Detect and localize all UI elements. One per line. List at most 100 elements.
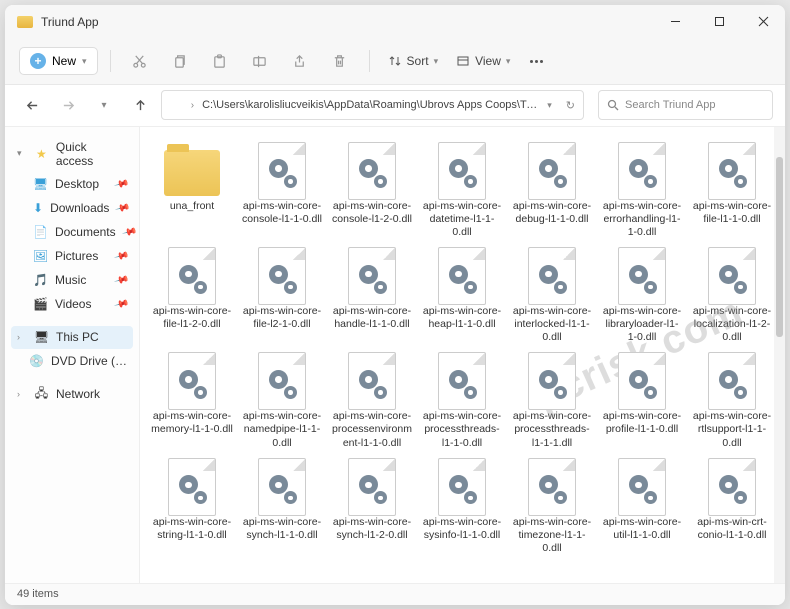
explorer-window: Triund App + New ▾ Sort▾ View▾ ▾ › C:\Us… xyxy=(5,5,785,605)
file-label: api-ms-win-core-sysinfo-l1-1-0.dll xyxy=(421,516,503,542)
file-label: api-ms-win-core-processthreads-l1-1-1.dl… xyxy=(511,410,593,449)
paste-button[interactable] xyxy=(203,46,237,76)
file-item[interactable]: api-ms-win-core-console-l1-2-0.dll xyxy=(328,139,416,242)
view-button[interactable]: View▾ xyxy=(450,54,516,68)
new-label: New xyxy=(52,54,76,68)
file-item[interactable]: api-ms-win-core-profile-l1-1-0.dll xyxy=(598,349,686,452)
cut-button[interactable] xyxy=(123,46,157,76)
rename-button[interactable] xyxy=(243,46,277,76)
sidebar-item-videos[interactable]: 🎬Videos📌 xyxy=(11,293,133,316)
disc-icon: 💿 xyxy=(29,354,44,369)
recent-button[interactable]: ▾ xyxy=(89,90,119,120)
file-item[interactable]: api-ms-win-crt-conio-l1-1-0.dll xyxy=(688,455,774,558)
sidebar-icon: 🎵 xyxy=(33,273,48,288)
files-pane[interactable]: pcrisk.com una_frontapi-ms-win-core-cons… xyxy=(140,127,774,583)
new-button[interactable]: + New ▾ xyxy=(19,47,98,75)
delete-button[interactable] xyxy=(323,46,357,76)
share-button[interactable] xyxy=(283,46,317,76)
scrollbar-thumb[interactable] xyxy=(776,157,783,337)
folder-item[interactable]: una_front xyxy=(148,139,236,242)
file-item[interactable]: api-ms-win-core-console-l1-1-0.dll xyxy=(238,139,326,242)
sidebar-dvd[interactable]: 💿 DVD Drive (D:) CCCC xyxy=(11,350,133,373)
more-button[interactable] xyxy=(530,60,543,63)
sidebar-item-documents[interactable]: 📄Documents📌 xyxy=(11,221,133,244)
status-bar: 49 items xyxy=(5,583,785,605)
dll-icon xyxy=(258,458,306,516)
file-item[interactable]: api-ms-win-core-libraryloader-l1-1-0.dll xyxy=(598,244,686,347)
dll-icon xyxy=(438,458,486,516)
file-label: api-ms-win-core-handle-l1-1-0.dll xyxy=(331,305,413,331)
file-item[interactable]: api-ms-win-core-datetime-l1-1-0.dll xyxy=(418,139,506,242)
file-label: api-ms-win-core-datetime-l1-1-0.dll xyxy=(421,200,503,239)
file-label: api-ms-win-core-namedpipe-l1-1-0.dll xyxy=(241,410,323,449)
toolbar: + New ▾ Sort▾ View▾ xyxy=(5,39,785,85)
file-item[interactable]: api-ms-win-core-string-l1-1-0.dll xyxy=(148,455,236,558)
dll-icon xyxy=(528,247,576,305)
file-label: api-ms-win-core-file-l1-1-0.dll xyxy=(691,200,773,226)
sidebar: ▾ ★ Quick access 🖥Desktop📌⬇Downloads📌📄Do… xyxy=(5,127,140,583)
maximize-button[interactable] xyxy=(697,5,741,39)
file-item[interactable]: api-ms-win-core-errorhandling-l1-1-0.dll xyxy=(598,139,686,242)
file-item[interactable]: api-ms-win-core-synch-l1-2-0.dll xyxy=(328,455,416,558)
file-item[interactable]: api-ms-win-core-sysinfo-l1-1-0.dll xyxy=(418,455,506,558)
up-button[interactable] xyxy=(125,90,155,120)
address-text: C:\Users\karolisliucveikis\AppData\Roami… xyxy=(202,99,539,111)
file-item[interactable]: api-ms-win-core-file-l1-2-0.dll xyxy=(148,244,236,347)
dll-icon xyxy=(528,352,576,410)
network-icon: 🖧 xyxy=(34,387,49,402)
copy-button[interactable] xyxy=(163,46,197,76)
sidebar-icon: 📄 xyxy=(33,225,48,240)
dll-icon xyxy=(618,458,666,516)
file-label: api-ms-win-core-timezone-l1-1-0.dll xyxy=(511,516,593,555)
file-item[interactable]: api-ms-win-core-localization-l1-2-0.dll xyxy=(688,244,774,347)
refresh-button[interactable]: ↻ xyxy=(566,99,575,112)
file-item[interactable]: api-ms-win-core-namedpipe-l1-1-0.dll xyxy=(238,349,326,452)
file-item[interactable]: api-ms-win-core-interlocked-l1-1-0.dll xyxy=(508,244,596,347)
search-input[interactable]: Search Triund App xyxy=(598,90,773,120)
file-item[interactable]: api-ms-win-core-util-l1-1-0.dll xyxy=(598,455,686,558)
file-label: api-ms-win-crt-conio-l1-1-0.dll xyxy=(691,516,773,542)
file-item[interactable]: api-ms-win-core-file-l1-1-0.dll xyxy=(688,139,774,242)
file-item[interactable]: api-ms-win-core-heap-l1-1-0.dll xyxy=(418,244,506,347)
dll-icon xyxy=(348,458,396,516)
file-item[interactable]: api-ms-win-core-rtlsupport-l1-1-0.dll xyxy=(688,349,774,452)
file-item[interactable]: api-ms-win-core-synch-l1-1-0.dll xyxy=(238,455,326,558)
titlebar[interactable]: Triund App xyxy=(5,5,785,39)
sort-button[interactable]: Sort▾ xyxy=(382,54,445,68)
close-button[interactable] xyxy=(741,5,785,39)
chevron-down-icon: ▾ xyxy=(17,148,27,159)
file-label: api-ms-win-core-localization-l1-2-0.dll xyxy=(691,305,773,344)
file-item[interactable]: api-ms-win-core-memory-l1-1-0.dll xyxy=(148,349,236,452)
pin-icon: 📌 xyxy=(115,200,131,216)
sidebar-icon: 🖥 xyxy=(33,177,48,192)
minimize-button[interactable] xyxy=(653,5,697,39)
scrollbar[interactable] xyxy=(774,127,785,583)
address-bar[interactable]: › C:\Users\karolisliucveikis\AppData\Roa… xyxy=(161,90,584,120)
file-item[interactable]: api-ms-win-core-processthreads-l1-1-1.dl… xyxy=(508,349,596,452)
file-item[interactable]: api-ms-win-core-timezone-l1-1-0.dll xyxy=(508,455,596,558)
back-button[interactable] xyxy=(17,90,47,120)
sidebar-icon: 🖼 xyxy=(33,249,48,264)
sidebar-item-pictures[interactable]: 🖼Pictures📌 xyxy=(11,245,133,268)
sidebar-item-downloads[interactable]: ⬇Downloads📌 xyxy=(11,197,133,220)
dll-icon xyxy=(708,247,756,305)
sidebar-item-desktop[interactable]: 🖥Desktop📌 xyxy=(11,173,133,196)
file-label: api-ms-win-core-profile-l1-1-0.dll xyxy=(601,410,683,436)
file-item[interactable]: api-ms-win-core-processenvironment-l1-1-… xyxy=(328,349,416,452)
sidebar-item-music[interactable]: 🎵Music📌 xyxy=(11,269,133,292)
chevron-down-icon[interactable]: ▾ xyxy=(547,100,552,111)
file-label: api-ms-win-core-util-l1-1-0.dll xyxy=(601,516,683,542)
search-placeholder: Search Triund App xyxy=(625,99,716,111)
dll-icon xyxy=(708,458,756,516)
pin-icon: 📌 xyxy=(113,296,129,312)
file-item[interactable]: api-ms-win-core-processthreads-l1-1-0.dl… xyxy=(418,349,506,452)
file-item[interactable]: api-ms-win-core-file-l2-1-0.dll xyxy=(238,244,326,347)
pc-icon: 🖥 xyxy=(34,330,49,345)
forward-button[interactable] xyxy=(53,90,83,120)
file-item[interactable]: api-ms-win-core-debug-l1-1-0.dll xyxy=(508,139,596,242)
sidebar-network[interactable]: › 🖧 Network xyxy=(11,383,133,406)
file-item[interactable]: api-ms-win-core-handle-l1-1-0.dll xyxy=(328,244,416,347)
folder-icon xyxy=(17,16,33,28)
sidebar-quick-access[interactable]: ▾ ★ Quick access xyxy=(11,136,133,172)
sidebar-this-pc[interactable]: › 🖥 This PC xyxy=(11,326,133,349)
